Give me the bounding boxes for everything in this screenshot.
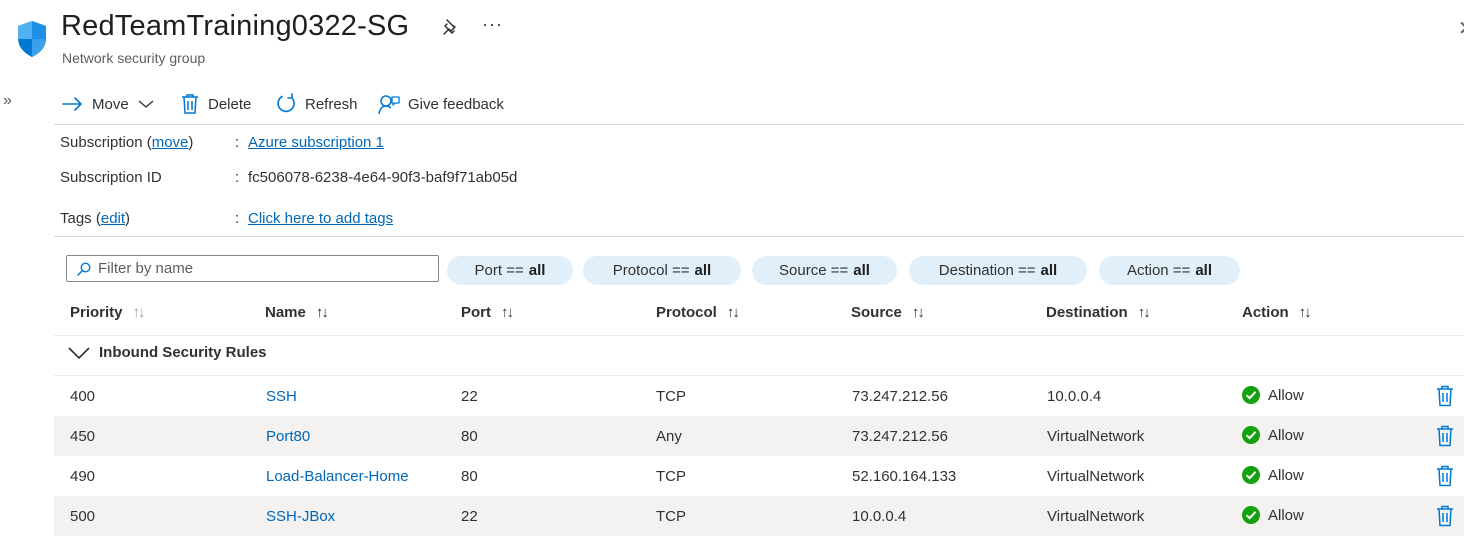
cell-priority: 400: [70, 388, 96, 405]
action-label: Allow: [1268, 386, 1304, 404]
cell-source: 73.247.212.56: [852, 428, 948, 445]
colon: :: [235, 134, 240, 151]
cell-name[interactable]: Port80: [266, 428, 310, 445]
refresh-icon: [277, 93, 295, 113]
colon: :: [235, 169, 240, 186]
refresh-button[interactable]: Refresh: [275, 92, 358, 116]
delete-label: Delete: [208, 95, 252, 113]
colon: :: [235, 210, 240, 227]
expand-sidebar-button[interactable]: »: [3, 92, 12, 110]
search-icon: [77, 261, 91, 276]
cell-destination: VirtualNetwork: [1047, 428, 1145, 445]
toolbar-divider: [54, 124, 1464, 125]
cell-name[interactable]: Load-Balancer-Home: [266, 468, 409, 485]
column-header-protocol[interactable]: Protocol ↑↓: [656, 304, 740, 321]
cell-source: 52.160.164.133: [852, 468, 957, 485]
delete-button[interactable]: Delete: [180, 92, 251, 116]
protocol-filter-pill[interactable]: Protocol == all: [583, 256, 741, 285]
action-label: Allow: [1268, 426, 1304, 444]
cell-port: 80: [461, 428, 478, 445]
page-subtitle: Network security group: [62, 50, 206, 66]
subscription-id-value: fc506078-6238-4e64-90f3-baf9f71ab05d: [248, 169, 518, 186]
more-options-button[interactable]: ···: [482, 14, 503, 35]
arrow-right-icon: [62, 97, 82, 111]
cell-action: Allow: [1242, 426, 1304, 444]
delete-rule-icon[interactable]: [1436, 465, 1454, 492]
sort-icon: ↑↓: [1298, 304, 1312, 321]
chevron-down-icon: [138, 100, 154, 108]
sort-icon: ↑↓: [132, 304, 146, 321]
cell-priority: 490: [70, 468, 96, 485]
subscription-id-label: Subscription ID: [60, 169, 162, 186]
chevron-down-icon: [68, 346, 90, 359]
cell-name[interactable]: SSH: [266, 388, 297, 405]
add-tags-link[interactable]: Click here to add tags: [248, 210, 393, 227]
cell-destination: 10.0.0.4: [1047, 388, 1102, 405]
refresh-label: Refresh: [305, 95, 358, 113]
subscription-move-link[interactable]: move: [152, 134, 189, 151]
cell-action: Allow: [1242, 386, 1304, 404]
cell-source: 73.247.212.56: [852, 388, 948, 405]
cell-priority: 450: [70, 428, 96, 445]
check-circle-icon: [1242, 426, 1260, 444]
check-circle-icon: [1242, 506, 1260, 524]
cell-destination: VirtualNetwork: [1047, 508, 1145, 525]
cell-port: 80: [461, 468, 478, 485]
cell-port: 22: [461, 388, 478, 405]
close-icon[interactable]: ✕: [1458, 16, 1464, 41]
move-button[interactable]: Move: [62, 92, 154, 116]
cell-protocol: Any: [656, 428, 682, 445]
pin-icon[interactable]: [440, 18, 460, 38]
sort-icon: ↑↓: [315, 304, 329, 321]
cell-action: Allow: [1242, 506, 1304, 524]
trash-icon: [182, 94, 198, 114]
move-label: Move: [92, 95, 129, 113]
port-filter-pill[interactable]: Port == all: [447, 256, 573, 285]
cell-priority: 500: [70, 508, 96, 525]
column-header-name[interactable]: Name ↑↓: [265, 304, 329, 321]
check-circle-icon: [1242, 466, 1260, 484]
cell-protocol: TCP: [656, 468, 686, 485]
action-label: Allow: [1268, 506, 1304, 524]
column-header-destination[interactable]: Destination ↑↓: [1046, 304, 1151, 321]
cell-protocol: TCP: [656, 388, 686, 405]
cell-destination: VirtualNetwork: [1047, 468, 1145, 485]
source-filter-pill[interactable]: Source == all: [752, 256, 897, 285]
delete-rule-icon[interactable]: [1436, 425, 1454, 452]
column-header-priority[interactable]: Priority ↑↓: [70, 304, 146, 321]
filter-input[interactable]: [98, 260, 418, 277]
cell-source: 10.0.0.4: [852, 508, 907, 525]
shield-icon: [18, 21, 46, 57]
header-divider: [54, 335, 1464, 336]
action-filter-pill[interactable]: Action == all: [1099, 256, 1240, 285]
feedback-icon: [378, 95, 400, 115]
cell-protocol: TCP: [656, 508, 686, 525]
column-header-source[interactable]: Source ↑↓: [851, 304, 925, 321]
destination-filter-pill[interactable]: Destination == all: [909, 256, 1087, 285]
filter-by-name-field[interactable]: [66, 255, 439, 282]
tags-edit-link[interactable]: edit: [101, 210, 125, 227]
check-circle-icon: [1242, 386, 1260, 404]
delete-rule-icon[interactable]: [1436, 505, 1454, 532]
sort-icon: ↑↓: [1137, 304, 1151, 321]
subscription-link[interactable]: Azure subscription 1: [248, 134, 384, 151]
give-feedback-button[interactable]: Give feedback: [378, 92, 504, 116]
sort-icon: ↑↓: [726, 304, 740, 321]
sort-icon: ↑↓: [501, 304, 514, 321]
delete-rule-icon[interactable]: [1436, 385, 1454, 412]
cell-action: Allow: [1242, 466, 1304, 484]
sort-icon: ↑↓: [911, 304, 925, 321]
inbound-rules-group[interactable]: Inbound Security Rules: [68, 344, 267, 361]
essentials-divider: [54, 236, 1464, 237]
group-label: Inbound Security Rules: [99, 344, 267, 361]
page-title: RedTeamTraining0322-SG: [61, 10, 410, 42]
subscription-label: Subscription (move): [60, 134, 194, 151]
cell-name[interactable]: SSH-JBox: [266, 508, 335, 525]
tags-label: Tags (edit): [60, 210, 131, 227]
feedback-label: Give feedback: [408, 95, 504, 113]
column-header-port[interactable]: Port ↑↓: [461, 304, 514, 321]
cell-port: 22: [461, 508, 478, 525]
column-header-action[interactable]: Action ↑↓: [1242, 304, 1312, 321]
action-label: Allow: [1268, 466, 1304, 484]
